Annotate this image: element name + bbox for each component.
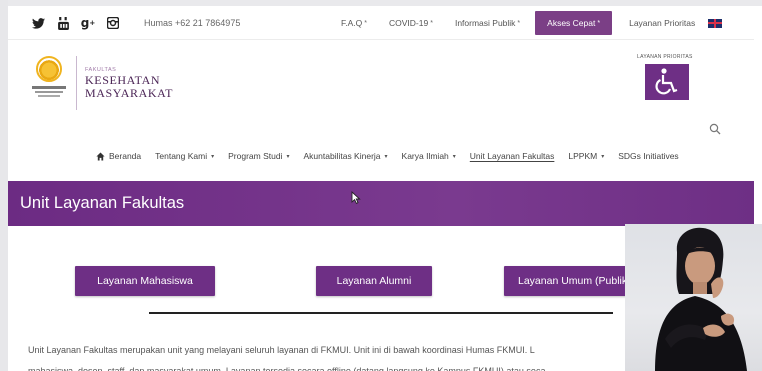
- humas-phone: Humas +62 21 7864975: [144, 18, 241, 28]
- nav-item-akuntabilitas-kinerja[interactable]: Akuntabilitas Kinerja ▾: [304, 151, 388, 161]
- top-link-informasi-publik[interactable]: Informasi Publik *: [444, 11, 531, 35]
- logo-line2: MASYARAKAT: [85, 85, 174, 100]
- top-link-faq[interactable]: F.A.Q *: [330, 11, 378, 35]
- nav-item-sdgs-initiatives[interactable]: SDGs Initiatives: [618, 151, 678, 161]
- logo-line1: KESEHATAN: [85, 72, 161, 87]
- layanan-prioritas-badge[interactable]: LAYANAN PRIORITAS: [637, 54, 699, 114]
- section-divider: [149, 312, 613, 314]
- twitter-icon[interactable]: [30, 15, 46, 31]
- nav-label: Beranda: [109, 151, 142, 161]
- chevron-down-icon: ▾: [384, 153, 388, 160]
- layanan-alumni-button[interactable]: Layanan Alumni: [316, 266, 432, 296]
- top-nav: F.A.Q * COVID-19 * Informasi Publik * Akses…: [330, 11, 723, 35]
- home-icon: [96, 151, 105, 161]
- interpreter-figure: [655, 227, 747, 371]
- nav-label: LPPKM: [568, 151, 598, 161]
- nav-item-lppkm[interactable]: LPPKM ▾: [568, 151, 604, 161]
- nav-label: Program Studi: [228, 151, 283, 161]
- nav-item-tentang-kami[interactable]: Tentang Kami ▾: [155, 151, 214, 161]
- wheelchair-icon: [645, 64, 689, 100]
- star-mark: *: [517, 19, 521, 27]
- mouse-cursor-icon: [351, 190, 361, 204]
- star-mark: *: [430, 19, 433, 27]
- youtube-icon[interactable]: [55, 15, 71, 31]
- nav-label: Tentang Kami: [155, 151, 208, 161]
- top-link-label: Informasi Publik: [454, 18, 516, 28]
- top-link-label: Layanan Prioritas: [629, 18, 696, 28]
- chevron-down-icon: ▾: [452, 153, 456, 160]
- instagram-icon[interactable]: [105, 15, 121, 31]
- chevron-down-icon: ▾: [601, 153, 605, 160]
- top-link-label: Akses Cepat: [547, 18, 596, 28]
- nav-label: SDGs Initiatives: [618, 151, 679, 161]
- faculty-logo[interactable]: FAKULTAS KESEHATAN MASYARAKAT: [28, 56, 173, 110]
- page-title: Unit Layanan Fakultas: [20, 194, 185, 212]
- sign-language-interpreter-video: [625, 224, 762, 371]
- university-emblem-icon: [28, 56, 70, 110]
- google-plus-icon[interactable]: g +: [80, 15, 96, 31]
- star-mark: *: [597, 19, 601, 27]
- nav-label: Akuntabilitas Kinerja: [303, 151, 381, 161]
- page-banner: Unit Layanan Fakultas: [8, 181, 754, 226]
- top-link-akses-cepat[interactable]: Akses Cepat *: [535, 11, 613, 35]
- social-icons: g +: [30, 15, 121, 31]
- nav-label: Karya Ilmiah: [401, 151, 449, 161]
- logo-divider: [76, 56, 77, 110]
- top-bar: g + Humas +62 21 7864975 F.A.Q * COVID-19 *…: [8, 6, 754, 40]
- top-link-covid[interactable]: COVID-19 *: [378, 11, 444, 35]
- nav-item-unit-layanan-fakultas[interactable]: Unit Layanan Fakultas: [470, 151, 555, 161]
- nav-item-program-studi[interactable]: Program Studi ▾: [228, 151, 289, 161]
- chevron-down-icon: ▾: [286, 153, 290, 160]
- layanan-mahasiswa-button[interactable]: Layanan Mahasiswa: [75, 266, 215, 296]
- chevron-down-icon: ▾: [211, 153, 215, 160]
- top-link-label: F.A.Q: [341, 18, 363, 28]
- uk-flag-icon[interactable]: [708, 18, 723, 28]
- main-nav: Beranda Tentang Kami ▾ Program Studi ▾ Aku…: [96, 148, 693, 164]
- nav-item-beranda[interactable]: Beranda: [96, 151, 141, 161]
- logo-text: FAKULTAS KESEHATAN MASYARAKAT: [85, 67, 173, 100]
- search-icon[interactable]: [709, 122, 721, 135]
- logo-fakultas: FAKULTAS: [85, 66, 117, 73]
- top-link-layanan-prioritas[interactable]: Layanan Prioritas: [618, 11, 706, 35]
- nav-label: Unit Layanan Fakultas: [469, 151, 555, 161]
- top-link-label: COVID-19: [389, 18, 429, 28]
- star-mark: *: [364, 19, 367, 27]
- window-frame-left: [0, 0, 8, 371]
- nav-item-karya-ilmiah[interactable]: Karya Ilmiah ▾: [402, 151, 456, 161]
- prioritas-label: LAYANAN PRIORITAS: [637, 54, 693, 60]
